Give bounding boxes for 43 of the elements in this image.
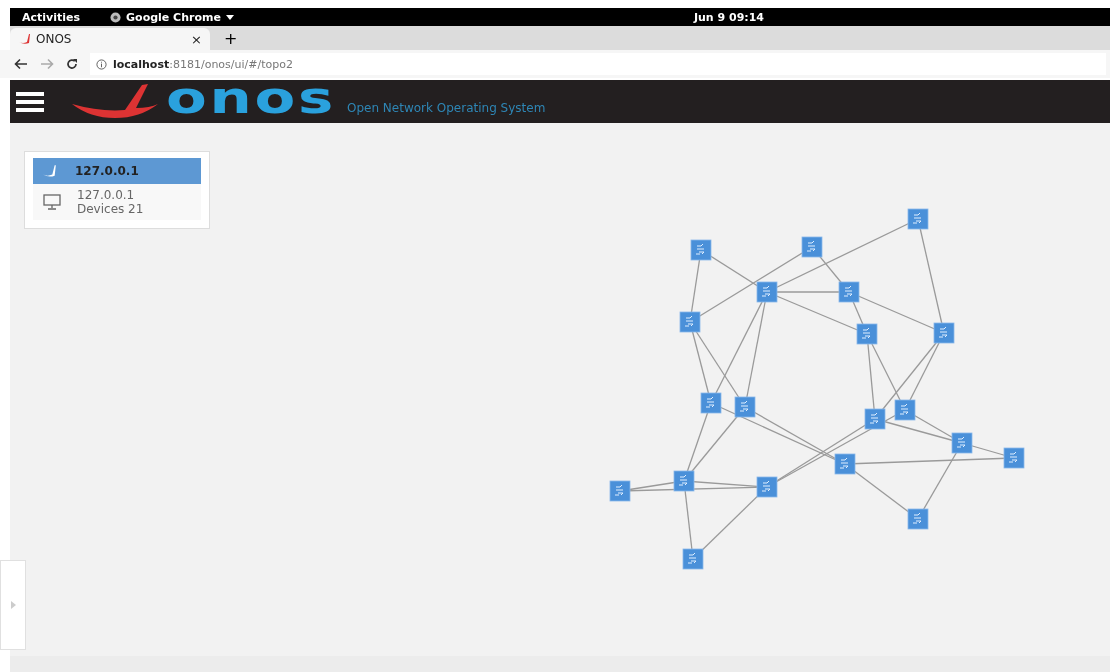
reload-icon[interactable]	[66, 58, 78, 70]
switch-node-icon[interactable]	[834, 453, 856, 475]
switch-node-icon[interactable]	[933, 322, 955, 344]
browser-tab[interactable]: ONOS ×	[10, 28, 210, 50]
menu-icon[interactable]	[16, 91, 44, 112]
close-button[interactable]: ×	[191, 31, 202, 47]
switch-node-icon[interactable]	[894, 399, 916, 421]
logo-text: onos	[166, 75, 337, 120]
switch-node-icon[interactable]	[951, 432, 973, 454]
node-name: 127.0.0.1	[77, 188, 136, 202]
switch-node-icon[interactable]	[679, 311, 701, 333]
switch-node-icon[interactable]	[690, 239, 712, 261]
switch-node-icon[interactable]	[864, 408, 886, 430]
cluster-title-row[interactable]: 127.0.0.1	[33, 158, 201, 184]
switch-node-icon[interactable]	[756, 476, 778, 498]
switch-node-icon[interactable]	[700, 392, 722, 414]
caret-icon	[225, 14, 234, 20]
monitor-icon	[43, 194, 61, 210]
device-count: Devices 21	[77, 202, 144, 216]
switch-node-icon[interactable]	[609, 480, 631, 502]
switch-node-icon[interactable]	[756, 281, 778, 303]
new-tab-button[interactable]: +	[224, 29, 238, 48]
switch-node-icon[interactable]	[907, 508, 929, 530]
switch-node-icon[interactable]	[856, 323, 878, 345]
switch-node-icon[interactable]	[734, 396, 756, 418]
address-field[interactable]: localhost:8181/onos/ui/#/topo2	[90, 53, 1106, 75]
tagline: Open Network Operating System	[347, 100, 546, 115]
switch-node-icon[interactable]	[682, 548, 704, 570]
chrome-icon	[110, 11, 122, 23]
app-menu[interactable]: Google Chrome	[110, 10, 234, 24]
tab-title: ONOS	[36, 32, 72, 46]
forward-icon[interactable]	[40, 58, 54, 70]
info-icon	[96, 58, 107, 70]
expand-arrow-icon	[10, 601, 16, 609]
activities-button[interactable]: Activities	[22, 10, 81, 24]
back-icon[interactable]	[14, 58, 28, 70]
switch-node-icon[interactable]	[1003, 447, 1025, 469]
switch-node-icon[interactable]	[801, 236, 823, 258]
drawer-tab[interactable]	[0, 560, 26, 650]
switch-node-icon[interactable]	[673, 470, 695, 492]
switch-node-icon[interactable]	[907, 208, 929, 230]
clock: Jun 9 09:14	[693, 10, 765, 24]
switch-node-icon[interactable]	[838, 281, 860, 303]
